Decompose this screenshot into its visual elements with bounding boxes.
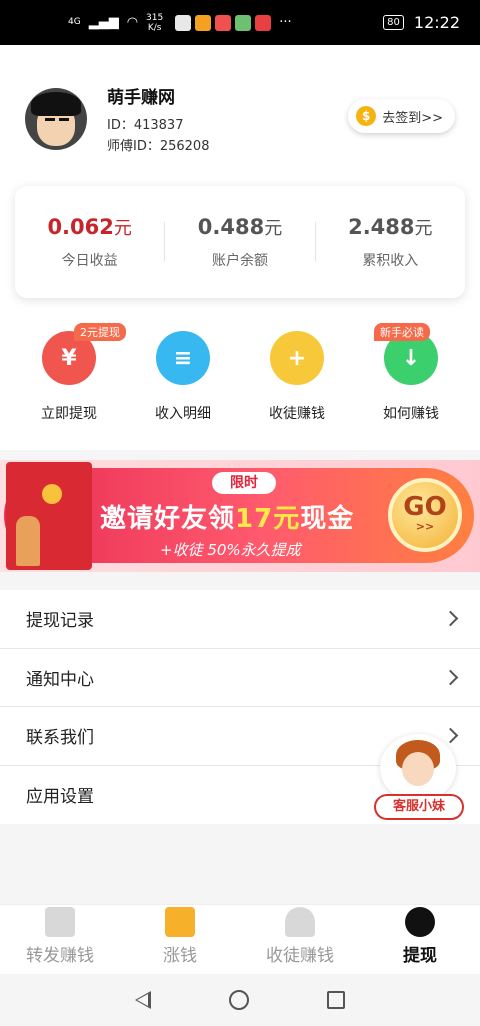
wallet-face-icon <box>405 907 435 937</box>
network-speed-unit: K/s <box>147 22 162 33</box>
bottom-tab-bar: 转发赚钱 涨钱 收徒赚钱 提现 <box>0 904 480 974</box>
back-icon[interactable] <box>135 991 151 1009</box>
news-icon <box>45 907 75 937</box>
invite-banner[interactable]: 限时 邀请好友领17元现金 +收徒 50%永久提成 GO >> <box>0 460 480 572</box>
banner-title: 邀请好友领17元现金 <box>100 498 354 535</box>
document-icon: ≡ <box>156 331 210 385</box>
agent-avatar-icon <box>380 734 456 802</box>
app-notification-icon <box>215 14 232 31</box>
stat-label: 累积收入 <box>362 253 419 269</box>
notification-app-icons <box>175 14 272 31</box>
menu-label: 提现记录 <box>26 611 94 632</box>
action-label: 收徒赚钱 <box>269 406 325 422</box>
account-panel: 萌手赚网 ID：413837 师傅ID：256208 $ 去签到>> 0.062… <box>0 45 480 450</box>
stat-total-income[interactable]: 2.488元 累积收入 <box>316 214 465 270</box>
money-jar-icon <box>165 907 195 937</box>
more-icon: ··· <box>279 15 292 30</box>
clock: 12:22 <box>413 13 460 32</box>
system-nav-bar <box>0 974 480 1026</box>
profile-section: 萌手赚网 ID：413837 师傅ID：256208 <box>25 83 209 154</box>
chevron-right-icon <box>442 610 459 627</box>
tab-label: 提现 <box>403 946 437 966</box>
customer-service-label: 客服小妹 <box>374 794 464 820</box>
tab-label: 转发赚钱 <box>26 946 94 966</box>
nickname: 萌手赚网 <box>107 88 175 108</box>
network-speed-value: 315 <box>146 12 164 23</box>
how-to-earn-button[interactable]: 新手必读 ↓ 如何赚钱 <box>354 323 468 423</box>
stat-label: 今日收益 <box>61 253 118 269</box>
network-indicator: 4G <box>68 17 81 27</box>
menu-notification-center[interactable]: 通知中心 <box>0 649 480 707</box>
menu-label: 通知中心 <box>26 669 94 690</box>
tab-recruit[interactable]: 收徒赚钱 <box>240 905 360 974</box>
tab-withdraw[interactable]: 提现 <box>360 905 480 974</box>
stat-value: 0.488 <box>197 215 265 239</box>
menu-label: 联系我们 <box>26 728 94 749</box>
tab-share-earn[interactable]: 转发赚钱 <box>0 905 120 974</box>
signal-icon: ▂▄▆ <box>88 15 119 30</box>
limited-time-badge: 限时 <box>212 472 276 494</box>
checkin-label: 去签到>> <box>382 110 443 126</box>
checkin-button[interactable]: $ 去签到>> <box>348 99 455 133</box>
recruit-earn-button[interactable]: + 收徒赚钱 <box>240 323 354 423</box>
app-notification-icon <box>255 14 272 31</box>
user-id: ID：413837 <box>107 118 184 133</box>
newbie-tag: 新手必读 <box>374 323 430 341</box>
tab-rise-money[interactable]: 涨钱 <box>120 905 240 974</box>
stat-unit: 元 <box>414 218 433 239</box>
action-label: 立即提现 <box>41 406 97 422</box>
coin-icon: $ <box>356 106 377 126</box>
wifi-icon: ◠ <box>126 15 139 30</box>
stat-unit: 元 <box>113 218 132 239</box>
chevron-right-icon <box>442 669 459 686</box>
app-notification-icon <box>235 14 252 31</box>
banner-title-prefix: 邀请好友领 <box>100 504 236 534</box>
status-bar: 4G ▂▄▆ ◠ 315 K/s ··· 80 12:22 <box>0 0 480 45</box>
stat-today-earnings[interactable]: 0.062元 今日收益 <box>15 214 164 270</box>
banner-title-suffix: 现金 <box>300 504 355 534</box>
battery-icon: 80 <box>383 15 404 30</box>
withdraw-tag: 2元提现 <box>74 323 126 341</box>
menu-withdraw-records[interactable]: 提现记录 <box>0 590 480 649</box>
stat-value: 0.062 <box>47 215 114 239</box>
add-user-icon: + <box>270 331 324 385</box>
go-arrow: >> <box>415 520 435 533</box>
withdraw-now-button[interactable]: 2元提现 ¥ 立即提现 <box>12 323 126 423</box>
tab-label: 涨钱 <box>163 946 197 966</box>
avatar[interactable] <box>25 87 87 150</box>
go-button[interactable]: GO >> <box>388 478 462 552</box>
customer-service-button[interactable]: 客服小妹 <box>374 734 466 820</box>
users-icon <box>285 907 315 937</box>
banner-subtitle: +收徒 50%永久提成 <box>160 541 301 559</box>
action-label: 收入明细 <box>155 406 211 422</box>
menu-label: 应用设置 <box>26 787 94 808</box>
tab-label: 收徒赚钱 <box>266 946 334 966</box>
app-notification-icon <box>175 14 192 31</box>
stat-unit: 元 <box>264 218 283 239</box>
master-id: 师傅ID：256208 <box>107 139 210 154</box>
recent-apps-icon[interactable] <box>327 991 345 1009</box>
income-details-button[interactable]: ≡ 收入明细 <box>126 323 240 423</box>
earnings-card: 0.062元 今日收益 0.488元 账户余额 2.488元 累积收入 <box>15 186 465 298</box>
action-label: 如何赚钱 <box>383 406 439 422</box>
banner-amount: 17元 <box>235 504 301 534</box>
quick-actions: 2元提现 ¥ 立即提现 ≡ 收入明细 + 收徒赚钱 新手必读 ↓ 如何赚钱 <box>0 323 480 423</box>
app-notification-icon <box>195 14 212 31</box>
person-illustration <box>16 516 40 566</box>
stat-label: 账户余额 <box>211 253 268 269</box>
stat-value: 2.488 <box>348 215 415 239</box>
network-speed: 315 K/s <box>146 13 163 33</box>
stat-account-balance[interactable]: 0.488元 账户余额 <box>165 214 314 270</box>
home-icon[interactable] <box>229 990 249 1010</box>
